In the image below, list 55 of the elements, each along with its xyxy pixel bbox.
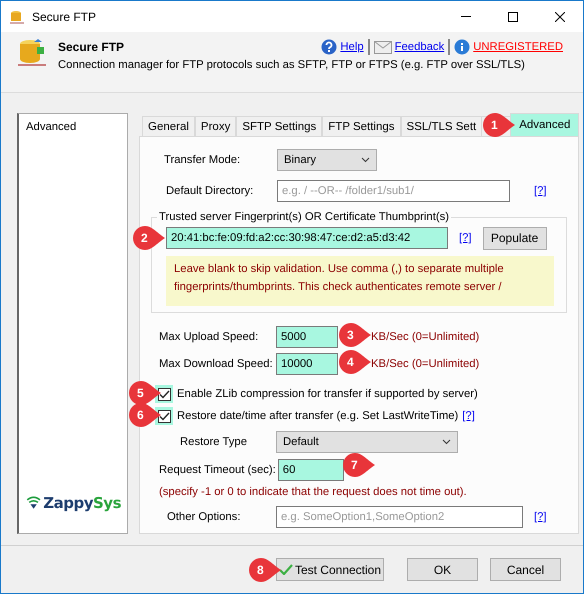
checkbox-label: Enable ZLib compression for transfer if supported by server) bbox=[177, 388, 478, 400]
restore-type-dropdown[interactable]: Default bbox=[276, 431, 458, 454]
help-link[interactable]: [?] bbox=[459, 232, 472, 244]
sidebar-item[interactable]: Advanced bbox=[26, 121, 121, 494]
chevron-down-icon bbox=[361, 157, 370, 164]
header-link[interactable]: Feedback bbox=[394, 41, 444, 53]
maximize-icon bbox=[508, 12, 518, 22]
help-icon bbox=[321, 39, 338, 55]
unit-text: KB/Sec (0=Unlimited) bbox=[371, 358, 480, 370]
tab[interactable]: Advanced bbox=[510, 113, 580, 136]
app-icon bbox=[10, 8, 24, 24]
field-label: Max Upload Speed: bbox=[159, 330, 260, 343]
logo-text: ZappySys bbox=[43, 494, 121, 512]
unit-text: KB/Sec (0=Unlimited) bbox=[371, 330, 480, 343]
minimize-icon bbox=[460, 16, 470, 17]
header-title: Secure FTP bbox=[58, 40, 126, 54]
field-label: Other Options: bbox=[167, 511, 242, 524]
header-link[interactable]: Help bbox=[340, 41, 364, 53]
speed-field[interactable]: 10000 bbox=[276, 352, 338, 375]
checkbox[interactable] bbox=[158, 410, 170, 423]
checkbox-label: Restore date/time after transfer (e.g. Set LastWriteTime) bbox=[177, 410, 458, 422]
group-legend: Trusted server Fingerprint(s) OR Certificate Thumbprint(s) bbox=[157, 211, 452, 224]
validation-note: Leave blank to skip validation. Use comma (,) to separate multiple fingerprints/thumbprints. This check authenticates remote server / bbox=[166, 256, 554, 306]
header-description: Connection manager for FTP protocols such as SFTP, FTP or FTPS (e.g. FTP over SSL/TLS) bbox=[58, 59, 526, 71]
chevron-down-icon bbox=[442, 439, 451, 446]
checkmark-icon bbox=[278, 564, 293, 576]
window-title: Secure FTP bbox=[32, 10, 98, 24]
checkbox[interactable] bbox=[158, 388, 170, 401]
tab[interactable]: Proxy bbox=[194, 116, 236, 136]
timeout-field[interactable]: 60 bbox=[278, 459, 344, 482]
help-link[interactable]: [?] bbox=[462, 410, 475, 422]
field-label: Request Timeout (sec): bbox=[159, 464, 277, 476]
database-icon bbox=[18, 38, 46, 68]
info-icon bbox=[454, 39, 470, 55]
test-connection-button[interactable]: Test Connection bbox=[276, 558, 384, 582]
speed-field[interactable]: 5000 bbox=[276, 326, 338, 348]
field-label: Default Directory: bbox=[166, 185, 254, 198]
field-label: Max Download Speed: bbox=[159, 358, 274, 370]
cancel-button[interactable]: Cancel bbox=[490, 558, 561, 582]
tab[interactable]: FTP Settings bbox=[322, 116, 401, 136]
help-link[interactable]: [?] bbox=[534, 511, 547, 524]
close-icon bbox=[554, 12, 564, 22]
header-link[interactable]: UNREGISTERED bbox=[473, 41, 563, 53]
tab[interactable]: General bbox=[142, 116, 195, 136]
fingerprint-field[interactable]: 20:41:bc:fe:09:fd:a2:cc:30:98:47:ce:d2:a5:d3:42 bbox=[166, 227, 448, 250]
populate-button[interactable]: Populate bbox=[482, 226, 547, 250]
field-label: Restore Type bbox=[180, 436, 248, 448]
field-label: Transfer Mode: bbox=[164, 154, 242, 166]
ok-button[interactable]: OK bbox=[407, 558, 478, 582]
tab[interactable]: SFTP Settings bbox=[236, 116, 322, 136]
tab[interactable]: SSL/TLS Sett bbox=[400, 116, 482, 136]
transfer-mode-dropdown[interactable]: Binary bbox=[277, 149, 377, 172]
envelope-icon bbox=[374, 40, 392, 54]
timeout-note: (specify -1 or 0 to indicate that the request does not time out). bbox=[159, 486, 467, 498]
help-link[interactable]: [?] bbox=[534, 185, 547, 198]
